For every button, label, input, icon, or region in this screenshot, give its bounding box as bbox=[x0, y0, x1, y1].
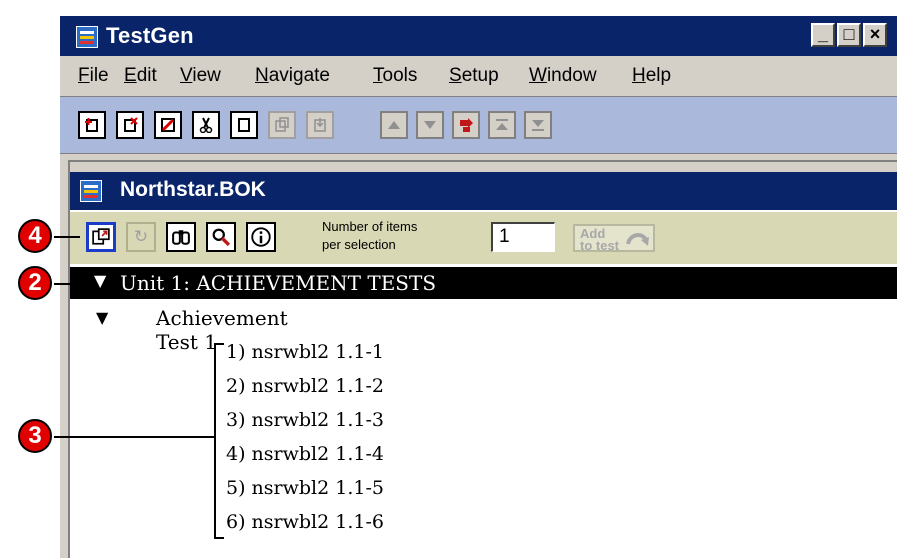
import-icon[interactable] bbox=[452, 111, 480, 139]
document-icon bbox=[80, 180, 102, 202]
document-title: Northstar.BOK bbox=[120, 178, 266, 201]
callout-leader-line bbox=[54, 283, 96, 285]
copy-icon[interactable] bbox=[230, 111, 258, 139]
add-to-test-button[interactable]: Add to test bbox=[573, 224, 655, 252]
zoom-icon[interactable] bbox=[206, 222, 236, 252]
delete-question-icon[interactable] bbox=[116, 111, 144, 139]
unit-label: Unit 1: ACHIEVEMENT TESTS bbox=[120, 271, 437, 295]
items-per-selection-label: Number of items per selection bbox=[322, 219, 418, 252]
paste-into-icon[interactable] bbox=[306, 111, 334, 139]
edit-icon[interactable] bbox=[154, 111, 182, 139]
find-icon[interactable] bbox=[166, 222, 196, 252]
move-to-top-icon[interactable] bbox=[488, 111, 516, 139]
new-question-icon[interactable] bbox=[78, 111, 106, 139]
items-per-selection-input[interactable]: 1 bbox=[491, 222, 555, 252]
menu-bar: File Edit View Navigate Tools Setup Wind… bbox=[60, 58, 897, 94]
bank-document-window: Northstar.BOK ↻ Number of items per sele… bbox=[68, 160, 897, 558]
menu-setup[interactable]: Setup bbox=[449, 65, 499, 87]
item-group-bracket bbox=[214, 343, 216, 539]
minimize-button[interactable]: _ bbox=[811, 23, 835, 47]
expand-triangle-icon[interactable]: ▼ bbox=[96, 308, 108, 327]
document-title-bar[interactable]: Northstar.BOK bbox=[70, 172, 897, 210]
callout-badge: 4 bbox=[18, 219, 52, 253]
window-title-bar[interactable]: TestGen _ □ × bbox=[60, 16, 897, 56]
expand-triangle-icon[interactable]: ▼ bbox=[94, 271, 106, 290]
close-button[interactable]: × bbox=[863, 23, 887, 47]
tree-question-item[interactable]: 1) nsrwbl2 1.1-1 bbox=[226, 341, 384, 363]
menu-help[interactable]: Help bbox=[632, 65, 671, 87]
tree-unit-row[interactable]: ▼ Unit 1: ACHIEVEMENT TESTS bbox=[70, 267, 897, 299]
tree-question-item[interactable]: 4) nsrwbl2 1.1-4 bbox=[226, 443, 384, 465]
info-icon[interactable] bbox=[246, 222, 276, 252]
window-title: TestGen bbox=[106, 23, 194, 48]
move-up-icon[interactable] bbox=[380, 111, 408, 139]
paste-icon[interactable] bbox=[268, 111, 296, 139]
callout-badge: 2 bbox=[18, 266, 52, 300]
refresh-icon[interactable]: ↻ bbox=[126, 222, 156, 252]
main-toolbar bbox=[60, 96, 897, 154]
menu-window[interactable]: Window bbox=[529, 65, 597, 87]
menu-navigate[interactable]: Navigate bbox=[255, 65, 330, 87]
cut-icon[interactable] bbox=[192, 111, 220, 139]
document-toolbar: ↻ Number of items per selection 1 Add to… bbox=[70, 212, 897, 264]
move-to-bottom-icon[interactable] bbox=[524, 111, 552, 139]
tree-question-item[interactable]: 5) nsrwbl2 1.1-5 bbox=[226, 477, 384, 499]
menu-edit[interactable]: Edit bbox=[124, 65, 157, 87]
callout-badge: 3 bbox=[18, 419, 52, 453]
question-tree: ▼ Unit 1: ACHIEVEMENT TESTS ▼ Achievemen… bbox=[70, 264, 897, 558]
menu-tools[interactable]: Tools bbox=[373, 65, 417, 87]
move-down-icon[interactable] bbox=[416, 111, 444, 139]
tree-question-item[interactable]: 2) nsrwbl2 1.1-2 bbox=[226, 375, 384, 397]
testgen-window: TestGen _ □ × File Edit View Navigate To… bbox=[58, 14, 897, 558]
tree-question-item[interactable]: 3) nsrwbl2 1.1-3 bbox=[226, 409, 384, 431]
testgen-app-icon bbox=[76, 26, 98, 48]
maximize-button[interactable]: □ bbox=[837, 23, 861, 47]
menu-file[interactable]: File bbox=[78, 65, 109, 87]
tree-question-item[interactable]: 6) nsrwbl2 1.1-6 bbox=[226, 511, 384, 533]
add-arrow-icon bbox=[626, 233, 649, 246]
open-preview-icon[interactable] bbox=[86, 222, 116, 252]
callout-leader-line bbox=[54, 436, 214, 438]
menu-view[interactable]: View bbox=[180, 65, 221, 87]
callout-leader-line bbox=[54, 236, 80, 238]
